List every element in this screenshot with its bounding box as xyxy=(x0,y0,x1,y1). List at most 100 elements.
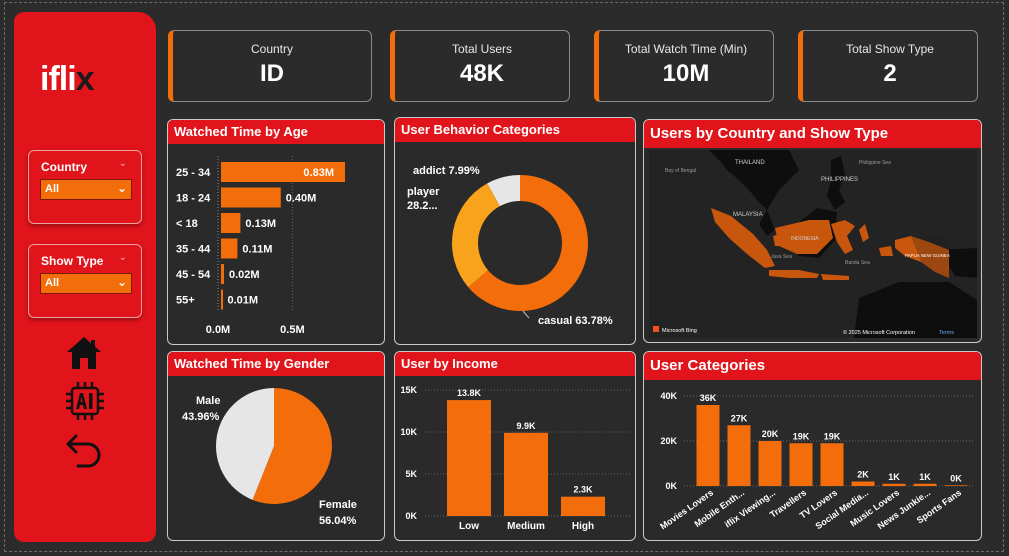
data-label: 20K xyxy=(762,429,779,439)
map-label: Bay of Bengal xyxy=(665,168,696,174)
behavior-chart-panel[interactable]: User Behavior Categories casual 63.78% pl… xyxy=(394,117,636,345)
bar xyxy=(221,187,281,208)
bar xyxy=(820,443,844,486)
sidebar: iflix Country ⌄ All ⌄ Show Type ⌄ All ⌄ xyxy=(14,12,156,542)
map-area[interactable]: THAILAND PHILIPPINES MALAYSIA INDONESIA … xyxy=(649,150,977,338)
map-label: Philippine Sea xyxy=(859,160,891,166)
data-label: 1K xyxy=(888,472,900,482)
category-label: Movies Lovers xyxy=(658,487,715,531)
bar xyxy=(221,213,241,233)
country-slicer: Country ⌄ All ⌄ xyxy=(28,150,142,224)
logo-text: ifli xyxy=(40,60,77,98)
category-label: 45 - 54 xyxy=(176,269,211,281)
income-chart-panel[interactable]: User by Income 0K 5K 10K 15K 13.8K Low 9.9K Med… xyxy=(394,351,636,541)
kpi-value: 2 xyxy=(883,60,897,87)
leader-line xyxy=(522,310,530,319)
slice-label: Male xyxy=(196,395,220,407)
bar xyxy=(882,483,906,486)
age-chart-panel[interactable]: Watched Time by Age 25 - 34 0.83M 18 - 24 0… xyxy=(167,119,385,345)
income-bar-chart: 0K 5K 10K 15K 13.8K Low 9.9K Medium 2.3K High xyxy=(400,385,631,532)
bar xyxy=(758,441,782,486)
map-label: PAPUA NEW GUINEA xyxy=(905,253,950,258)
home-icon[interactable] xyxy=(64,334,104,374)
tick-label: 15K xyxy=(400,385,417,395)
tick-label: 5K xyxy=(405,469,417,479)
kpi-label: Total Users xyxy=(451,42,513,56)
data-label: 0K xyxy=(950,473,962,483)
map-terms-link[interactable]: Terms xyxy=(939,330,954,336)
category-label: Social Media... xyxy=(814,487,871,531)
panel-title: Users by Country and Show Type xyxy=(644,120,981,148)
data-label: 0.40M xyxy=(286,193,317,205)
bar xyxy=(221,238,238,259)
category-label: < 18 xyxy=(176,218,198,230)
map-credit: Microsoft Bing xyxy=(662,328,697,334)
slice-label: casual 63.78% xyxy=(538,315,613,327)
show-type-dropdown[interactable]: All ⌄ xyxy=(40,273,132,294)
indonesia-map: THAILAND PHILIPPINES MALAYSIA INDONESIA … xyxy=(649,150,977,338)
bar xyxy=(221,264,224,284)
data-label: 36K xyxy=(700,393,717,403)
country-dropdown[interactable]: All ⌄ xyxy=(40,179,132,200)
map-panel[interactable]: Users by Country and Show Type THAILAND … xyxy=(643,119,982,343)
slice-label: 28.2... xyxy=(407,200,438,212)
category-label: 18 - 24 xyxy=(176,193,211,205)
bar xyxy=(221,289,223,310)
kpi-total-show-type-card: Total Show Type 2 xyxy=(798,30,978,102)
age-bar-chart: 25 - 34 0.83M 18 - 24 0.40M < 18 0.13M 35 - 44… xyxy=(176,156,345,336)
collapse-chevron-icon[interactable]: ⌄ xyxy=(119,252,127,263)
data-label: 0.83M xyxy=(303,167,334,179)
country-slicer-title: Country xyxy=(41,160,87,174)
slice-label: Female xyxy=(319,499,357,511)
map-label: INDONESIA xyxy=(791,236,819,242)
data-label: 1K xyxy=(919,472,931,482)
kpi-label: Country xyxy=(250,42,294,56)
country-dropdown-value: All xyxy=(45,183,60,195)
gender-pie-chart: Female 56.04% Male 43.96% xyxy=(182,388,357,527)
data-label: 19K xyxy=(793,431,810,441)
tick-label: 0.5M xyxy=(280,324,304,336)
behavior-donut-chart: casual 63.78% player 28.2... addict 7.99% xyxy=(407,165,613,327)
kpi-value: ID xyxy=(260,60,284,87)
categories-chart-panel[interactable]: User Categories 0K 20K 40K 36K Movies Lovers… xyxy=(643,351,982,541)
category-label: 25 - 34 xyxy=(176,167,211,179)
data-label: 27K xyxy=(731,413,748,423)
map-label: Banda Sea xyxy=(845,260,870,266)
iflix-logo[interactable]: iflix xyxy=(40,60,95,99)
chevron-down-icon: ⌄ xyxy=(116,181,127,195)
category-label: Medium xyxy=(507,521,545,532)
category-label: Low xyxy=(459,521,479,532)
data-label: 0.11M xyxy=(242,244,272,256)
slice-label: player xyxy=(407,186,440,198)
tick-label: 0K xyxy=(665,481,677,491)
ai-chip-icon[interactable] xyxy=(64,380,104,420)
back-arrow-icon[interactable] xyxy=(64,430,104,470)
kpi-country-card: Country ID xyxy=(168,30,372,102)
slice-label: 56.04% xyxy=(319,515,357,527)
bar xyxy=(913,483,937,486)
chevron-down-icon: ⌄ xyxy=(116,275,127,289)
bar xyxy=(944,485,968,486)
map-label: PHILIPPINES xyxy=(821,177,858,183)
gender-chart-panel[interactable]: Watched Time by Gender Female 56.04% Male 4… xyxy=(167,351,385,541)
bing-logo-icon xyxy=(653,326,659,332)
bar xyxy=(696,405,720,486)
tick-label: 40K xyxy=(660,391,677,401)
slice-label: addict 7.99% xyxy=(413,165,480,177)
tick-label: 0.0M xyxy=(206,324,230,336)
kpi-value: 48K xyxy=(459,60,505,87)
slice-label: 43.96% xyxy=(182,411,220,423)
show-type-slicer: Show Type ⌄ All ⌄ xyxy=(28,244,142,318)
data-label: 0.02M xyxy=(229,269,260,281)
bar xyxy=(727,425,751,486)
category-label: 55+ xyxy=(176,295,195,307)
data-label: 13.8K xyxy=(457,388,482,398)
map-label: Java Sea xyxy=(771,254,792,260)
collapse-chevron-icon[interactable]: ⌄ xyxy=(119,158,127,169)
bar xyxy=(851,481,875,486)
show-type-slicer-title: Show Type xyxy=(41,254,104,268)
map-label: MALAYSIA xyxy=(733,212,763,218)
bar xyxy=(561,496,605,516)
category-label: High xyxy=(572,521,594,532)
data-label: 9.9K xyxy=(516,421,536,431)
